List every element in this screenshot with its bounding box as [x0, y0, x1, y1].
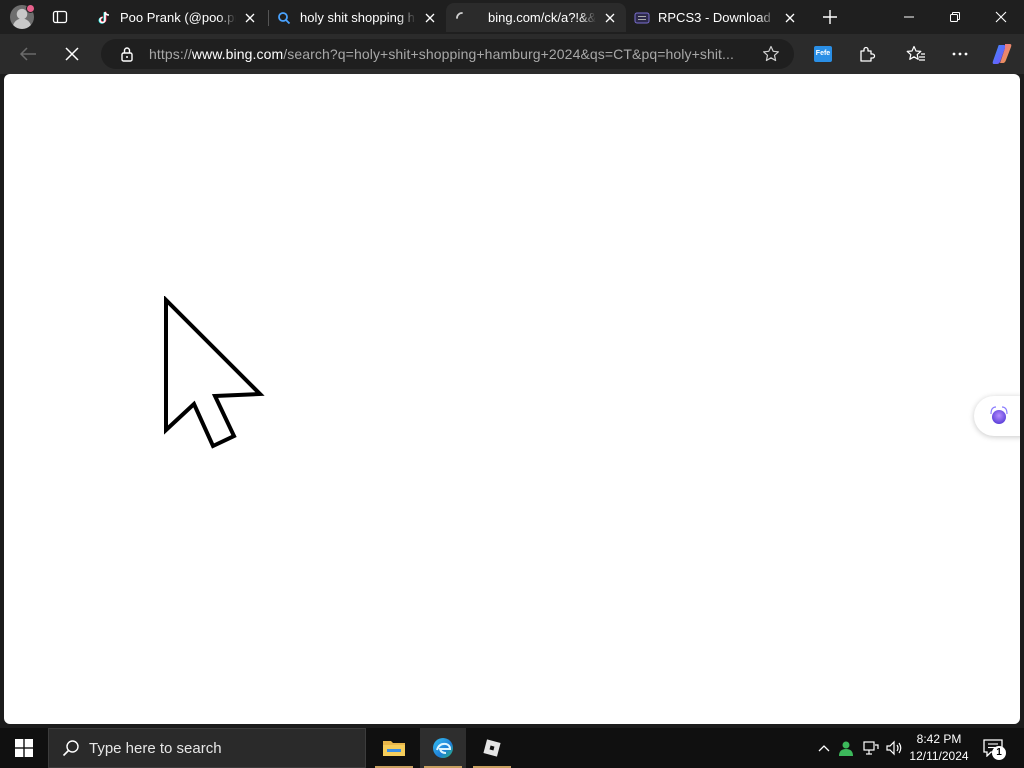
- restore-icon[interactable]: [932, 0, 978, 34]
- copilot-icon[interactable]: [988, 40, 1016, 68]
- extensions-icon[interactable]: [853, 40, 881, 68]
- new-tab-icon[interactable]: [818, 5, 842, 29]
- profile-avatar-icon[interactable]: [10, 4, 35, 29]
- favorites-icon[interactable]: [902, 40, 930, 68]
- tab-tiktok[interactable]: Poo Prank (@poo.pran: [88, 3, 266, 32]
- copilot-voice-button[interactable]: [974, 396, 1020, 436]
- tab-title: RPCS3 - Download: [658, 10, 771, 25]
- close-tab-icon[interactable]: [422, 10, 438, 26]
- more-options-icon[interactable]: [946, 40, 974, 68]
- taskbar-search-placeholder: Type here to search: [89, 739, 222, 757]
- tab-title: bing.com/ck/a?!&&p=: [488, 10, 596, 25]
- tab-title: holy shit shopping han: [300, 10, 416, 25]
- stop-loading-icon[interactable]: [58, 40, 86, 68]
- minimize-icon[interactable]: [886, 0, 932, 34]
- notification-count-badge: 1: [992, 746, 1006, 760]
- url-host: www.bing.com: [191, 46, 284, 62]
- roblox-icon[interactable]: [469, 728, 515, 768]
- search-icon: [61, 738, 81, 758]
- pointer-cursor-icon: [162, 295, 272, 456]
- rpcs3-icon: [634, 10, 650, 26]
- show-hidden-icons-icon[interactable]: [814, 738, 834, 758]
- volume-icon[interactable]: [884, 738, 904, 758]
- user-sync-icon[interactable]: [836, 738, 856, 758]
- network-icon[interactable]: [861, 738, 881, 758]
- windows-start-icon[interactable]: [0, 728, 48, 768]
- page-viewport: [4, 74, 1020, 724]
- tab-rpcs3[interactable]: RPCS3 - Download: [626, 3, 806, 32]
- extension-fefe-icon[interactable]: Fefe: [809, 40, 837, 68]
- notification-center-icon[interactable]: 1: [980, 736, 1006, 760]
- clock-date: 12/11/2024: [909, 749, 969, 763]
- taskbar: Type here to search 8:42 PM 12/11/2024 1: [0, 728, 1024, 768]
- tab-bing-search[interactable]: holy shit shopping han: [268, 3, 446, 32]
- address-bar[interactable]: https://www.bing.com/search?q=holy+shit+…: [101, 39, 794, 69]
- tiktok-icon: [96, 10, 112, 26]
- extension-badge: Fefe: [814, 46, 832, 62]
- search-icon: [276, 10, 292, 26]
- browser-toolbar: https://www.bing.com/search?q=holy+shit+…: [0, 34, 1024, 74]
- taskbar-clock[interactable]: 8:42 PM 12/11/2024: [904, 731, 974, 765]
- url-scheme: https://: [149, 46, 192, 62]
- tab-actions-icon[interactable]: [48, 5, 72, 29]
- tab-title: Poo Prank (@poo.pran: [120, 10, 236, 25]
- close-tab-icon[interactable]: [602, 10, 618, 26]
- close-window-icon[interactable]: [978, 0, 1024, 34]
- clock-time: 8:42 PM: [916, 732, 962, 746]
- tab-bing-redirect[interactable]: bing.com/ck/a?!&&p=: [446, 3, 626, 32]
- tab-strip: Poo Prank (@poo.pran holy shit shopping …: [0, 0, 1024, 34]
- close-tab-icon[interactable]: [782, 10, 798, 26]
- microphone-icon: [990, 406, 1008, 424]
- taskbar-search-box[interactable]: Type here to search: [48, 728, 366, 768]
- lock-icon[interactable]: [119, 46, 135, 62]
- close-tab-icon[interactable]: [242, 10, 258, 26]
- edge-icon[interactable]: [420, 728, 466, 768]
- url-path: /search?q=holy+shit+shopping+hamburg+202…: [283, 46, 735, 62]
- file-explorer-icon[interactable]: [371, 728, 417, 768]
- url-text: https://www.bing.com/search?q=holy+shit+…: [149, 46, 749, 62]
- add-favorite-icon[interactable]: [762, 45, 780, 63]
- loading-icon: [454, 10, 470, 26]
- back-icon[interactable]: [14, 40, 42, 68]
